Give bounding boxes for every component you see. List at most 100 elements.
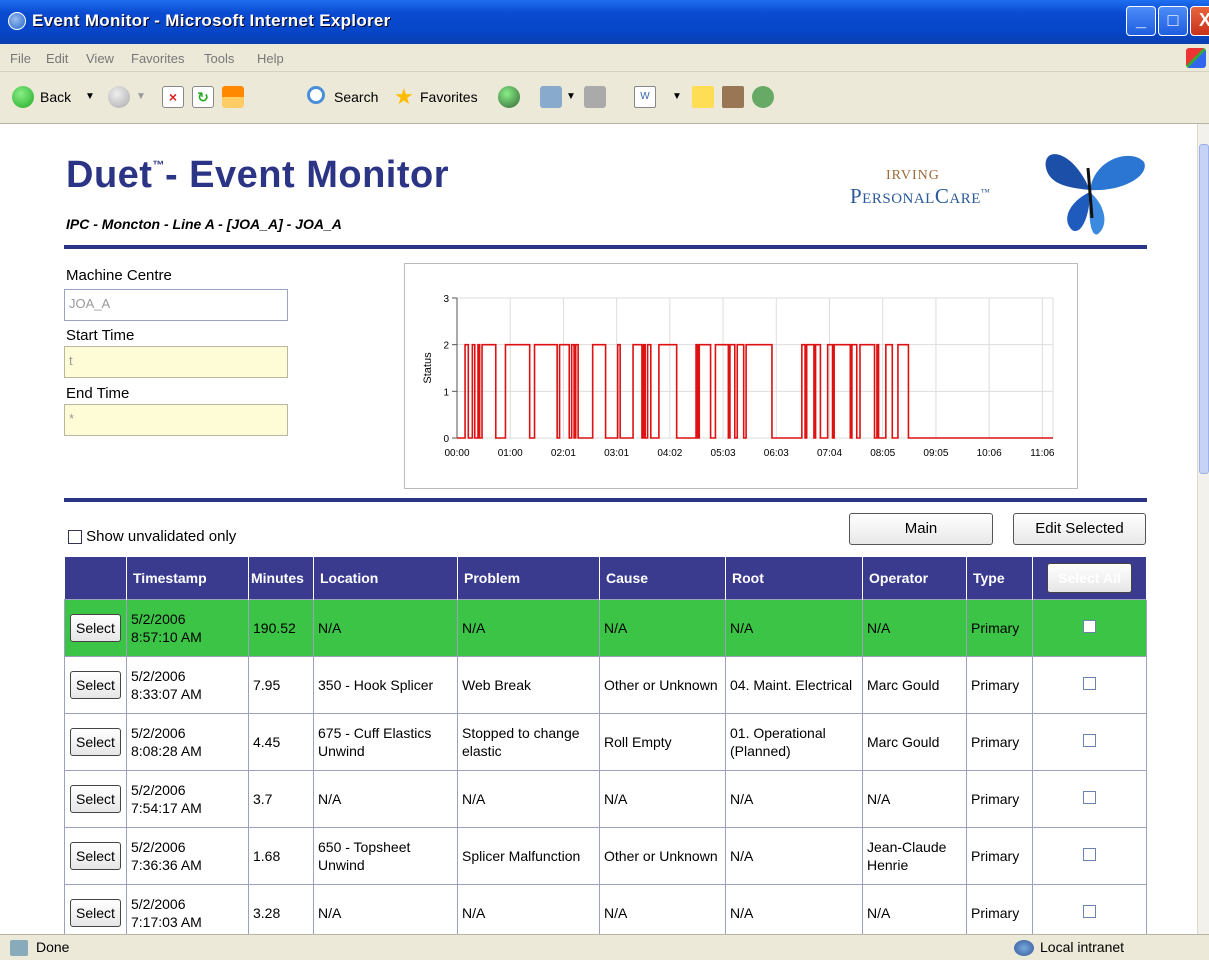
row-checkbox[interactable] [1083,847,1096,861]
row-select-cell: Select [64,883,127,934]
location-cell: N/A [313,769,458,828]
menu-edit[interactable]: Edit [46,51,68,66]
row-select-cell: Select [64,655,127,714]
cause-cell: N/A [599,883,726,934]
row-checkbox[interactable] [1083,790,1096,804]
edit-selected-button[interactable]: Edit Selected [1013,513,1146,545]
table-row: Select 5/2/2006 7:17:03 AM 3.28 N/A N/A N/A N/A… [64,883,1147,934]
header-cause: Cause [599,557,726,599]
row-checkbox-cell [1032,712,1147,771]
history-icon[interactable] [498,86,520,108]
windows-logo-icon [1186,48,1206,68]
back-dropdown-icon[interactable]: ▼ [85,82,95,112]
close-button[interactable]: X [1190,6,1209,36]
table-row: Select 5/2/2006 8:57:10 AM 190.52 N/A N/A N/A N… [64,598,1147,657]
header-location: Location [313,557,458,599]
menu-tools[interactable]: Tools [204,51,234,66]
start-time-field[interactable]: t [64,346,288,378]
machine-centre-field[interactable]: JOA_A [64,289,288,321]
header-operator: Operator [862,557,967,599]
table-row: Select 5/2/2006 8:33:07 AM 7.95 350 - Hook S… [64,655,1147,714]
x-tick-label: 03:01 [604,448,629,459]
maximize-button[interactable]: □ [1158,6,1188,36]
problem-cell: N/A [457,769,600,828]
location-cell: N/A [313,883,458,934]
research-icon[interactable] [722,86,744,108]
minutes-cell: 4.45 [248,712,314,771]
location-cell: 675 - Cuff Elastics Unwind [313,712,458,771]
stop-icon[interactable]: × [162,86,184,108]
row-select-button[interactable]: Select [70,727,121,756]
show-unvalidated-option[interactable]: Show unvalidated only [68,528,236,545]
back-arrow-icon[interactable] [12,86,34,108]
menu-help[interactable]: Help [257,51,284,66]
back-button[interactable]: Back [40,82,71,112]
row-select-cell: Select [64,769,127,828]
home-icon[interactable] [222,86,244,108]
row-checkbox[interactable] [1083,619,1096,633]
status-bar: Done Local intranet [0,934,1209,960]
location-cell: 650 - Topsheet Unwind [313,826,458,885]
header-type: Type [966,557,1033,599]
row-select-button[interactable]: Select [70,841,121,870]
timestamp-cell: 5/2/2006 8:08:28 AM [126,712,249,771]
favorites-button[interactable]: Favorites [420,82,478,112]
mail-dropdown-icon[interactable]: ▼ [566,82,576,112]
x-tick-label: 00:00 [444,448,469,459]
minutes-cell: 7.95 [248,655,314,714]
favorites-star-icon[interactable]: ★ [394,82,414,112]
timestamp-cell: 5/2/2006 7:17:03 AM [126,883,249,934]
header-select-all-col: Select All [1032,557,1147,599]
show-unvalidated-checkbox[interactable] [68,530,82,545]
type-cell: Primary [966,883,1033,934]
forward-dropdown-icon[interactable]: ▼ [136,82,146,112]
refresh-icon[interactable]: ↻ [192,86,214,108]
row-checkbox[interactable] [1083,733,1096,747]
forward-arrow-icon[interactable] [108,86,130,108]
row-select-button[interactable]: Select [70,670,121,699]
timestamp-date: 5/2/2006 [131,781,186,798]
row-checkbox-cell [1032,826,1147,885]
root-cell: 04. Maint. Electrical [725,655,863,714]
cause-cell: Roll Empty [599,712,726,771]
word-edit-icon[interactable]: W [634,86,656,108]
row-select-button[interactable]: Select [70,898,121,927]
row-checkbox[interactable] [1083,676,1096,690]
operator-cell: Marc Gould [862,655,967,714]
print-icon[interactable] [584,86,606,108]
search-button[interactable]: Search [334,82,378,112]
show-unvalidated-label: Show unvalidated only [86,528,237,545]
irving-personalcare-logo: Irving PersonalCare™ [850,138,1150,238]
menu-favorites[interactable]: Favorites [131,51,184,66]
edit-dropdown-icon[interactable]: ▼ [672,82,682,112]
minimize-button[interactable]: _ [1126,6,1156,36]
operator-cell: N/A [862,769,967,828]
end-time-field[interactable]: * [64,404,288,436]
type-cell: Primary [966,655,1033,714]
vertical-scrollbar[interactable] [1197,124,1209,934]
table-row: Select 5/2/2006 7:54:17 AM 3.7 N/A N/A N/A N/A N… [64,769,1147,828]
row-checkbox-cell [1032,655,1147,714]
messenger-icon[interactable] [752,86,774,108]
ie-icon [8,12,26,30]
discuss-icon[interactable] [692,86,714,108]
row-select-button[interactable]: Select [70,613,121,642]
x-tick-label: 02:01 [551,448,576,459]
root-cell: N/A [725,769,863,828]
menu-view[interactable]: View [86,51,114,66]
search-icon[interactable] [307,86,325,104]
row-select-button[interactable]: Select [70,784,121,813]
menu-file[interactable]: File [10,51,31,66]
timestamp-date: 5/2/2006 [131,667,186,684]
main-button[interactable]: Main [849,513,993,545]
row-checkbox[interactable] [1083,904,1096,918]
page-content: Duet™- Event Monitor IPC - Moncton - Lin… [0,124,1197,934]
scrollbar-thumb[interactable] [1199,144,1209,474]
cause-cell: Other or Unknown [599,826,726,885]
y-tick-label: 0 [443,434,449,445]
select-all-button[interactable]: Select All [1047,562,1132,593]
mail-icon[interactable] [540,86,562,108]
cause-cell: N/A [599,598,726,657]
timestamp-time: 7:17:03 AM [131,913,202,930]
end-time-label: End Time [66,385,130,402]
